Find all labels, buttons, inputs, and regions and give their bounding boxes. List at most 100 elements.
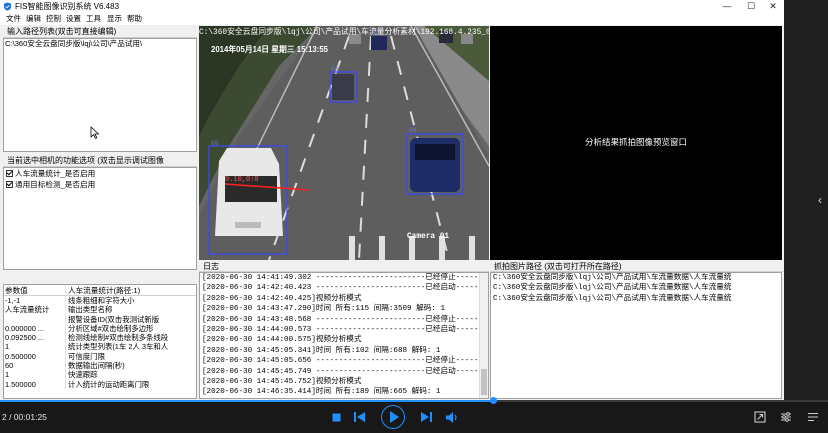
checkbox-object-detection[interactable] xyxy=(6,181,13,188)
param-value: 0.092500 ... xyxy=(4,333,66,343)
table-row[interactable]: 0.092500 ... 检测线绘制#双击绘制多条线段 xyxy=(4,333,196,343)
snapshot-path-row[interactable]: C:\360安全云盘同步版\lqj\公司\产品试用\车流量数据\人车流量统 xyxy=(491,273,781,283)
menu-file[interactable]: 文件 xyxy=(6,13,21,25)
param-name: 快速跟踪 xyxy=(68,370,98,380)
van-box-label: 08 xyxy=(211,140,219,147)
param-name: 可信度门限 xyxy=(68,351,105,361)
crosswalk-stripe xyxy=(379,236,385,260)
checkbox-traffic-count[interactable] xyxy=(6,170,13,177)
log-row: [2020-06-30 14:45:45.752]视频分析模式 xyxy=(202,378,362,387)
playlist-icon xyxy=(808,412,818,422)
volume-icon xyxy=(445,411,457,423)
table-row[interactable]: 60 数据输出间隔(秒) xyxy=(4,361,196,371)
param-value: 0.500000 xyxy=(4,351,66,362)
video-frame xyxy=(199,26,489,260)
mouse-cursor-icon xyxy=(90,126,100,139)
menu-bar: 文件 编辑 控制 设置 工具 显示 帮助 xyxy=(0,13,784,25)
snapshot-path-list[interactable]: C:\360安全云盘同步版\lqj\公司\产品试用\车流量数据\人车流量统 C:… xyxy=(490,272,782,399)
params-table: 参数值 人车流量统计(路径:1) -1,-1 线条粗细和字符大小 人车流量统计 输出… xyxy=(3,284,197,399)
progress-knob[interactable] xyxy=(489,397,497,404)
input-path-list[interactable]: C:\360安全云盘同步版\lqj\公司\产品试用\ xyxy=(3,38,197,152)
menu-help[interactable]: 帮助 xyxy=(127,13,142,25)
playback-time: 2 / 00:01:25 xyxy=(2,412,47,422)
log-list[interactable]: [2020-06-30 14:41:49.302 ---------------… xyxy=(199,272,489,399)
table-row[interactable]: 人车流量统计 输出类型名称 xyxy=(4,305,196,315)
camera-label: Camera 01 xyxy=(407,233,450,241)
log-row: [2020-06-30 14:42:40.423 ---------------… xyxy=(202,284,488,293)
menu-control[interactable]: 控制 xyxy=(46,13,61,25)
menu-tools[interactable]: 工具 xyxy=(86,13,101,25)
table-row[interactable]: 1.500000 计入统计的运动距离门限 xyxy=(4,379,196,389)
side-panel-arrow-icon[interactable]: ‹ xyxy=(812,190,828,210)
previous-button[interactable] xyxy=(351,409,367,425)
play-button[interactable] xyxy=(381,405,405,429)
blue-car-windshield xyxy=(415,144,455,160)
stop-icon xyxy=(332,413,340,421)
maximize-button[interactable]: ☐ xyxy=(740,0,762,13)
table-row[interactable]: 1 快速跟踪 xyxy=(4,370,196,380)
media-player-bar: 2 / 00:01:25 xyxy=(0,397,828,433)
param-value: 0.000000 ... xyxy=(4,323,66,334)
param-value: 1 xyxy=(4,342,66,352)
menu-view[interactable]: 显示 xyxy=(107,13,122,25)
snapshot-preview-window[interactable]: 分析结果抓拍图像预览窗口 xyxy=(490,26,782,260)
snapshot-path-row[interactable]: C:\360安全云盘同步版\lqj\公司\产品试用\车流量数据\人车流量统 xyxy=(491,294,781,304)
log-row: [2020-06-30 14:44:00.575]视频分析模式 xyxy=(202,336,362,345)
video-timestamp: 2014年05月14日 星期三 15:13:55 xyxy=(211,45,329,54)
app-shield-icon xyxy=(3,2,12,11)
param-name: 分析区域#双击绘制多边形 xyxy=(68,323,154,333)
crosswalk-stripe xyxy=(349,236,355,260)
app-window: FIS智能图像识别系统 V6.483 — ☐ ✕ 文件 编辑 控制 设置 工具 … xyxy=(0,0,784,400)
option-traffic-count-label: 人车流量统计_是否启用 xyxy=(15,169,96,178)
skip-forward-icon xyxy=(420,412,432,422)
title-bar: FIS智能图像识别系统 V6.483 — ☐ ✕ xyxy=(0,0,784,13)
menu-settings[interactable]: 设置 xyxy=(66,13,81,25)
sliders-icon xyxy=(781,412,791,422)
param-value: 60 xyxy=(4,361,66,371)
table-row[interactable]: 报警设备ID(双击我测试新版 xyxy=(4,314,196,324)
param-value xyxy=(4,314,66,324)
option-traffic-count[interactable]: 人车流量统计_是否启用 xyxy=(4,168,196,179)
input-path-row[interactable]: C:\360安全云盘同步版\lqj\公司\产品试用\ xyxy=(4,39,196,49)
table-row[interactable]: 0.500000 可信度门限 xyxy=(4,351,196,362)
minimize-button[interactable]: — xyxy=(716,0,738,13)
log-row: [2020-06-30 14:46:35.414]时间 所有:189 间隔:66… xyxy=(202,388,441,397)
van-plate xyxy=(235,222,261,228)
log-scrollbar-thumb[interactable] xyxy=(481,369,487,395)
table-row[interactable]: 0.000000 ... 分析区域#双击绘制多边形 xyxy=(4,323,196,334)
log-scrollbar[interactable] xyxy=(479,273,488,398)
param-value: -1,-1 xyxy=(4,296,66,306)
far-box-label: 00 xyxy=(371,30,379,37)
screenshot-icon xyxy=(754,411,766,423)
close-button[interactable]: ✕ xyxy=(762,0,784,13)
playlist-button[interactable] xyxy=(805,409,821,425)
volume-button[interactable] xyxy=(444,409,460,425)
log-row: [2020-06-30 14:41:49.302 ---------------… xyxy=(202,274,488,282)
mid-box-label: 00 xyxy=(331,66,339,73)
log-row: [2020-06-30 14:43:48.568 ---------------… xyxy=(202,315,488,324)
table-row[interactable]: -1,-1 线条粗细和字符大小 xyxy=(4,296,196,306)
video-debug-view[interactable]: C:\360安全云盘同步版\lqj\公司\产品试用\车流量分析素材\192.16… xyxy=(199,26,489,260)
param-value: 人车流量统计 xyxy=(4,305,66,315)
table-row[interactable]: 1 统计类型列表(1车 2人 3车和人 xyxy=(4,342,196,352)
video-path-overlay: C:\360安全云盘同步版\lqj\公司\产品试用\车流量分析素材\192.16… xyxy=(199,29,489,37)
progress-fill xyxy=(0,400,493,402)
param-name: 数据输出间隔(秒) xyxy=(68,361,125,371)
param-name: 统计类型列表(1车 2人 3车和人 xyxy=(68,342,169,352)
preview-caption: 分析结果抓拍图像预览窗口 xyxy=(584,137,687,147)
menu-edit[interactable]: 编辑 xyxy=(26,13,41,25)
params-col-name[interactable]: 人车流量统计(路径:1) xyxy=(66,285,196,295)
stop-button[interactable] xyxy=(328,409,344,425)
param-name: 线条粗细和字符大小 xyxy=(68,296,135,305)
settings-button[interactable] xyxy=(778,409,794,425)
option-object-detection[interactable]: 通用目标检测_是否启用 xyxy=(4,179,196,190)
params-col-value[interactable]: 参数值 xyxy=(4,285,66,295)
snapshot-path-row[interactable]: C:\360安全云盘同步版\lqj\公司\产品试用\车流量数据\人车流量统 xyxy=(491,283,781,293)
log-row: [2020-06-30 14:45:05.656 ---------------… xyxy=(202,357,488,366)
screenshot-button[interactable] xyxy=(752,409,768,425)
log-row: [2020-06-30 14:43:47.290]时间 所有:115 间隔:35… xyxy=(202,305,446,314)
snapshot-path-header: 抓拍图片路径 (双击可打开所在路径) xyxy=(490,261,784,272)
van-count-label: 0.10,0:0 xyxy=(225,176,259,184)
next-button[interactable] xyxy=(418,409,434,425)
progress-bar[interactable] xyxy=(0,397,828,404)
